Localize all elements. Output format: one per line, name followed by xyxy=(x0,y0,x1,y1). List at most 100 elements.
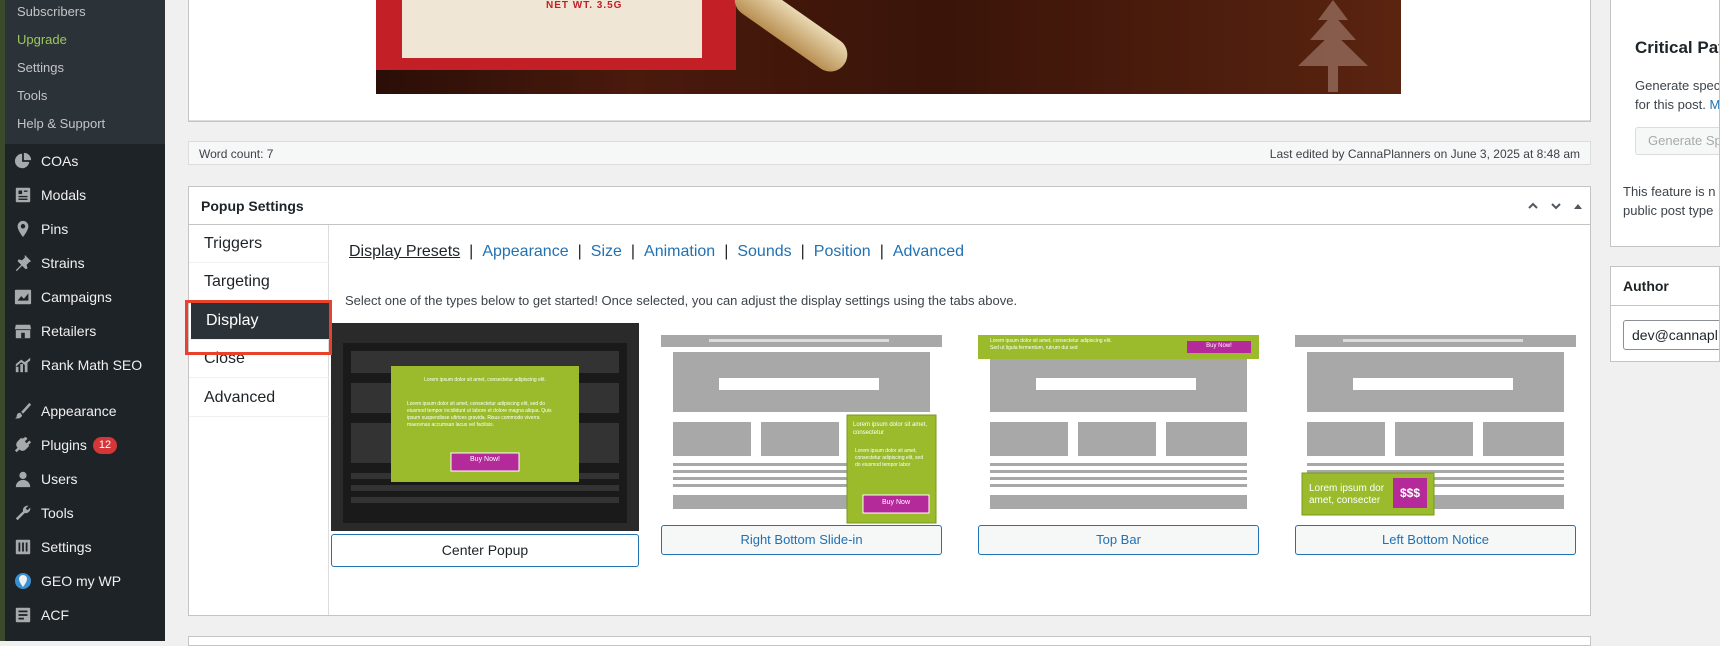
wrench-icon xyxy=(13,503,33,523)
sidebar-item-label: Users xyxy=(41,471,78,487)
display-tab-highlight xyxy=(185,300,332,355)
subtab-separator: | xyxy=(630,243,636,260)
author-box: Author dev@cannapl xyxy=(1610,266,1720,362)
sidebar-item-label: COAs xyxy=(41,153,79,169)
sidebar-item-users[interactable]: Users xyxy=(13,467,78,491)
critical-path-box: Critical Pat Generate spec for this post… xyxy=(1610,0,1720,247)
plugin-icon xyxy=(13,435,33,455)
submenu-item-upgrade[interactable]: Upgrade xyxy=(17,32,67,47)
sidebar-item-plugins[interactable]: Plugins 12 xyxy=(13,433,118,457)
postbox-title: Popup Settings xyxy=(201,198,304,214)
display-subtabs: Display Presets | Appearance | Size | Animatio… xyxy=(349,243,964,261)
chevron-down-icon[interactable] xyxy=(1547,197,1565,215)
sidebar-item-label: Campaigns xyxy=(41,289,112,305)
net-weight-text: NET WT. 3.5G xyxy=(546,0,623,11)
subtab-display-presets[interactable]: Display Presets xyxy=(349,243,460,260)
subtab-animation[interactable]: Animation xyxy=(644,243,715,260)
sidebar-item-label: Rank Math SEO xyxy=(41,357,143,373)
subtab-appearance[interactable]: Appearance xyxy=(482,243,568,260)
sidebar-item-appearance[interactable]: Appearance xyxy=(13,399,117,423)
divider xyxy=(189,120,1590,121)
subtab-separator: | xyxy=(577,243,582,260)
thumb-title: Lorem ipsum dor amet, consecter xyxy=(1309,483,1385,506)
critical-path-note: This feature is n public post type xyxy=(1623,182,1719,220)
tab-advanced[interactable]: Advanced xyxy=(189,379,329,417)
preset-top-bar[interactable]: Lorem ipsum dolor sit amet, consectetur … xyxy=(978,335,1259,555)
popup-settings-box: Popup Settings Triggers Targeting Displa… xyxy=(188,186,1591,616)
subtab-advanced[interactable]: Advanced xyxy=(893,243,964,260)
subtab-sounds[interactable]: Sounds xyxy=(737,243,791,260)
subtab-separator: | xyxy=(800,243,805,260)
collapse-toggle-icon[interactable] xyxy=(1569,197,1587,215)
sidebar-item-geo-my-wp[interactable]: GEO my WP xyxy=(13,569,121,593)
submenu-item-settings[interactable]: Settings xyxy=(17,60,64,75)
sidebar-item-retailers[interactable]: Retailers xyxy=(13,319,96,343)
word-count: Word count: 7 xyxy=(199,147,274,161)
tree-logo-icon xyxy=(1298,0,1368,92)
sidebar-item-label: Settings xyxy=(41,539,92,555)
sidebar-item-tools[interactable]: Tools xyxy=(13,501,74,525)
rank-math-icon xyxy=(13,355,33,375)
subtab-separator: | xyxy=(724,243,729,260)
thumb-body: Sed ut ligula fermentum, rutrum dui sed xyxy=(990,345,1078,351)
settings-icon xyxy=(13,537,33,557)
subtab-separator: | xyxy=(879,243,884,260)
sidebar-item-settings[interactable]: Settings xyxy=(13,535,92,559)
chevron-up-icon[interactable] xyxy=(1524,197,1542,215)
editor-status-bar: Word count: 7 Last edited by CannaPlanne… xyxy=(188,141,1591,165)
users-icon xyxy=(13,469,33,489)
postbox-header: Popup Settings xyxy=(189,187,1590,225)
thumb-title: Lorem ipsum dolor sit amet, consectetur … xyxy=(990,338,1112,344)
top-bar-thumbnail[interactable] xyxy=(978,335,1259,525)
submenu-item-subscribers[interactable]: Subscribers xyxy=(17,4,86,19)
author-select[interactable]: dev@cannapl xyxy=(1623,320,1719,350)
sidebar-item-rank-math-seo[interactable]: Rank Math SEO xyxy=(13,353,142,377)
sidebar-item-label: ACF xyxy=(41,607,69,623)
preset-left-bottom-notice[interactable]: Lorem ipsum dor amet, consecter $$$ Left… xyxy=(1295,335,1576,555)
sidebar-item-pins[interactable]: Pins xyxy=(13,217,68,241)
center-popup-button[interactable]: Center Popup xyxy=(331,534,639,567)
subtab-position[interactable]: Position xyxy=(814,243,871,260)
sidebar-item-label: Strains xyxy=(41,255,85,271)
sidebar-item-modals[interactable]: Modals xyxy=(13,183,86,207)
sidebar-item-label: Pins xyxy=(41,221,69,237)
submenu-item-tools[interactable]: Tools xyxy=(17,88,47,103)
geo-icon xyxy=(13,571,33,591)
author-title: Author xyxy=(1623,278,1669,294)
editor-image-block[interactable]: NET WT. 3.5G xyxy=(188,0,1591,122)
product-photo[interactable]: NET WT. 3.5G xyxy=(376,0,1401,94)
sidebar-item-label: Tools xyxy=(41,505,74,521)
top-bar-button[interactable]: Top Bar xyxy=(978,525,1259,555)
sidebar-item-acf[interactable]: ACF xyxy=(13,603,69,627)
vertical-tabs: Triggers Targeting Display Close Advance… xyxy=(189,225,329,615)
divider xyxy=(1611,305,1719,306)
right-bottom-slide-in-button[interactable]: Right Bottom Slide-in xyxy=(661,525,942,555)
thumb-button: $$$ xyxy=(1399,486,1421,500)
sidebar-item-label: Appearance xyxy=(41,403,117,419)
thumb-button: Buy Now xyxy=(881,499,910,506)
thumb-button: Buy Now! xyxy=(470,456,500,463)
thumb-title: Lorem ipsum dolor sit amet, consectetur … xyxy=(424,377,546,383)
preset-center-popup[interactable]: Lorem ipsum dolor sit amet, consectetur … xyxy=(331,323,639,567)
critical-path-more-link[interactable]: M xyxy=(1709,97,1719,112)
sidebar-item-coas[interactable]: COAs xyxy=(13,149,78,173)
submenu: Subscribers Upgrade Settings Tools Help … xyxy=(5,0,165,144)
sidebar-item-label: GEO my WP xyxy=(41,573,122,589)
sidebar-item-campaigns[interactable]: Campaigns xyxy=(13,285,112,309)
plugins-update-badge: 12 xyxy=(92,436,118,454)
submenu-item-help-support[interactable]: Help & Support xyxy=(17,116,105,131)
last-edited: Last edited by CannaPlanners on June 3, … xyxy=(1269,147,1580,161)
tab-targeting[interactable]: Targeting xyxy=(189,263,329,301)
subtab-separator: | xyxy=(469,243,474,260)
pushpin-icon xyxy=(13,253,33,273)
critical-path-description: Generate spec for this post. M xyxy=(1635,76,1719,114)
acf-icon xyxy=(13,605,33,625)
subtab-size[interactable]: Size xyxy=(591,243,622,260)
campaigns-icon xyxy=(13,287,33,307)
critical-path-desc-line2: for this post. xyxy=(1635,97,1706,112)
tab-triggers[interactable]: Triggers xyxy=(189,225,329,263)
preset-right-bottom-slide-in[interactable]: Lorem ipsum dolor sit amet, consectetur … xyxy=(661,335,942,555)
left-bottom-notice-button[interactable]: Left Bottom Notice xyxy=(1295,525,1576,555)
generate-button[interactable]: Generate Sp xyxy=(1635,127,1719,155)
sidebar-item-strains[interactable]: Strains xyxy=(13,251,85,275)
